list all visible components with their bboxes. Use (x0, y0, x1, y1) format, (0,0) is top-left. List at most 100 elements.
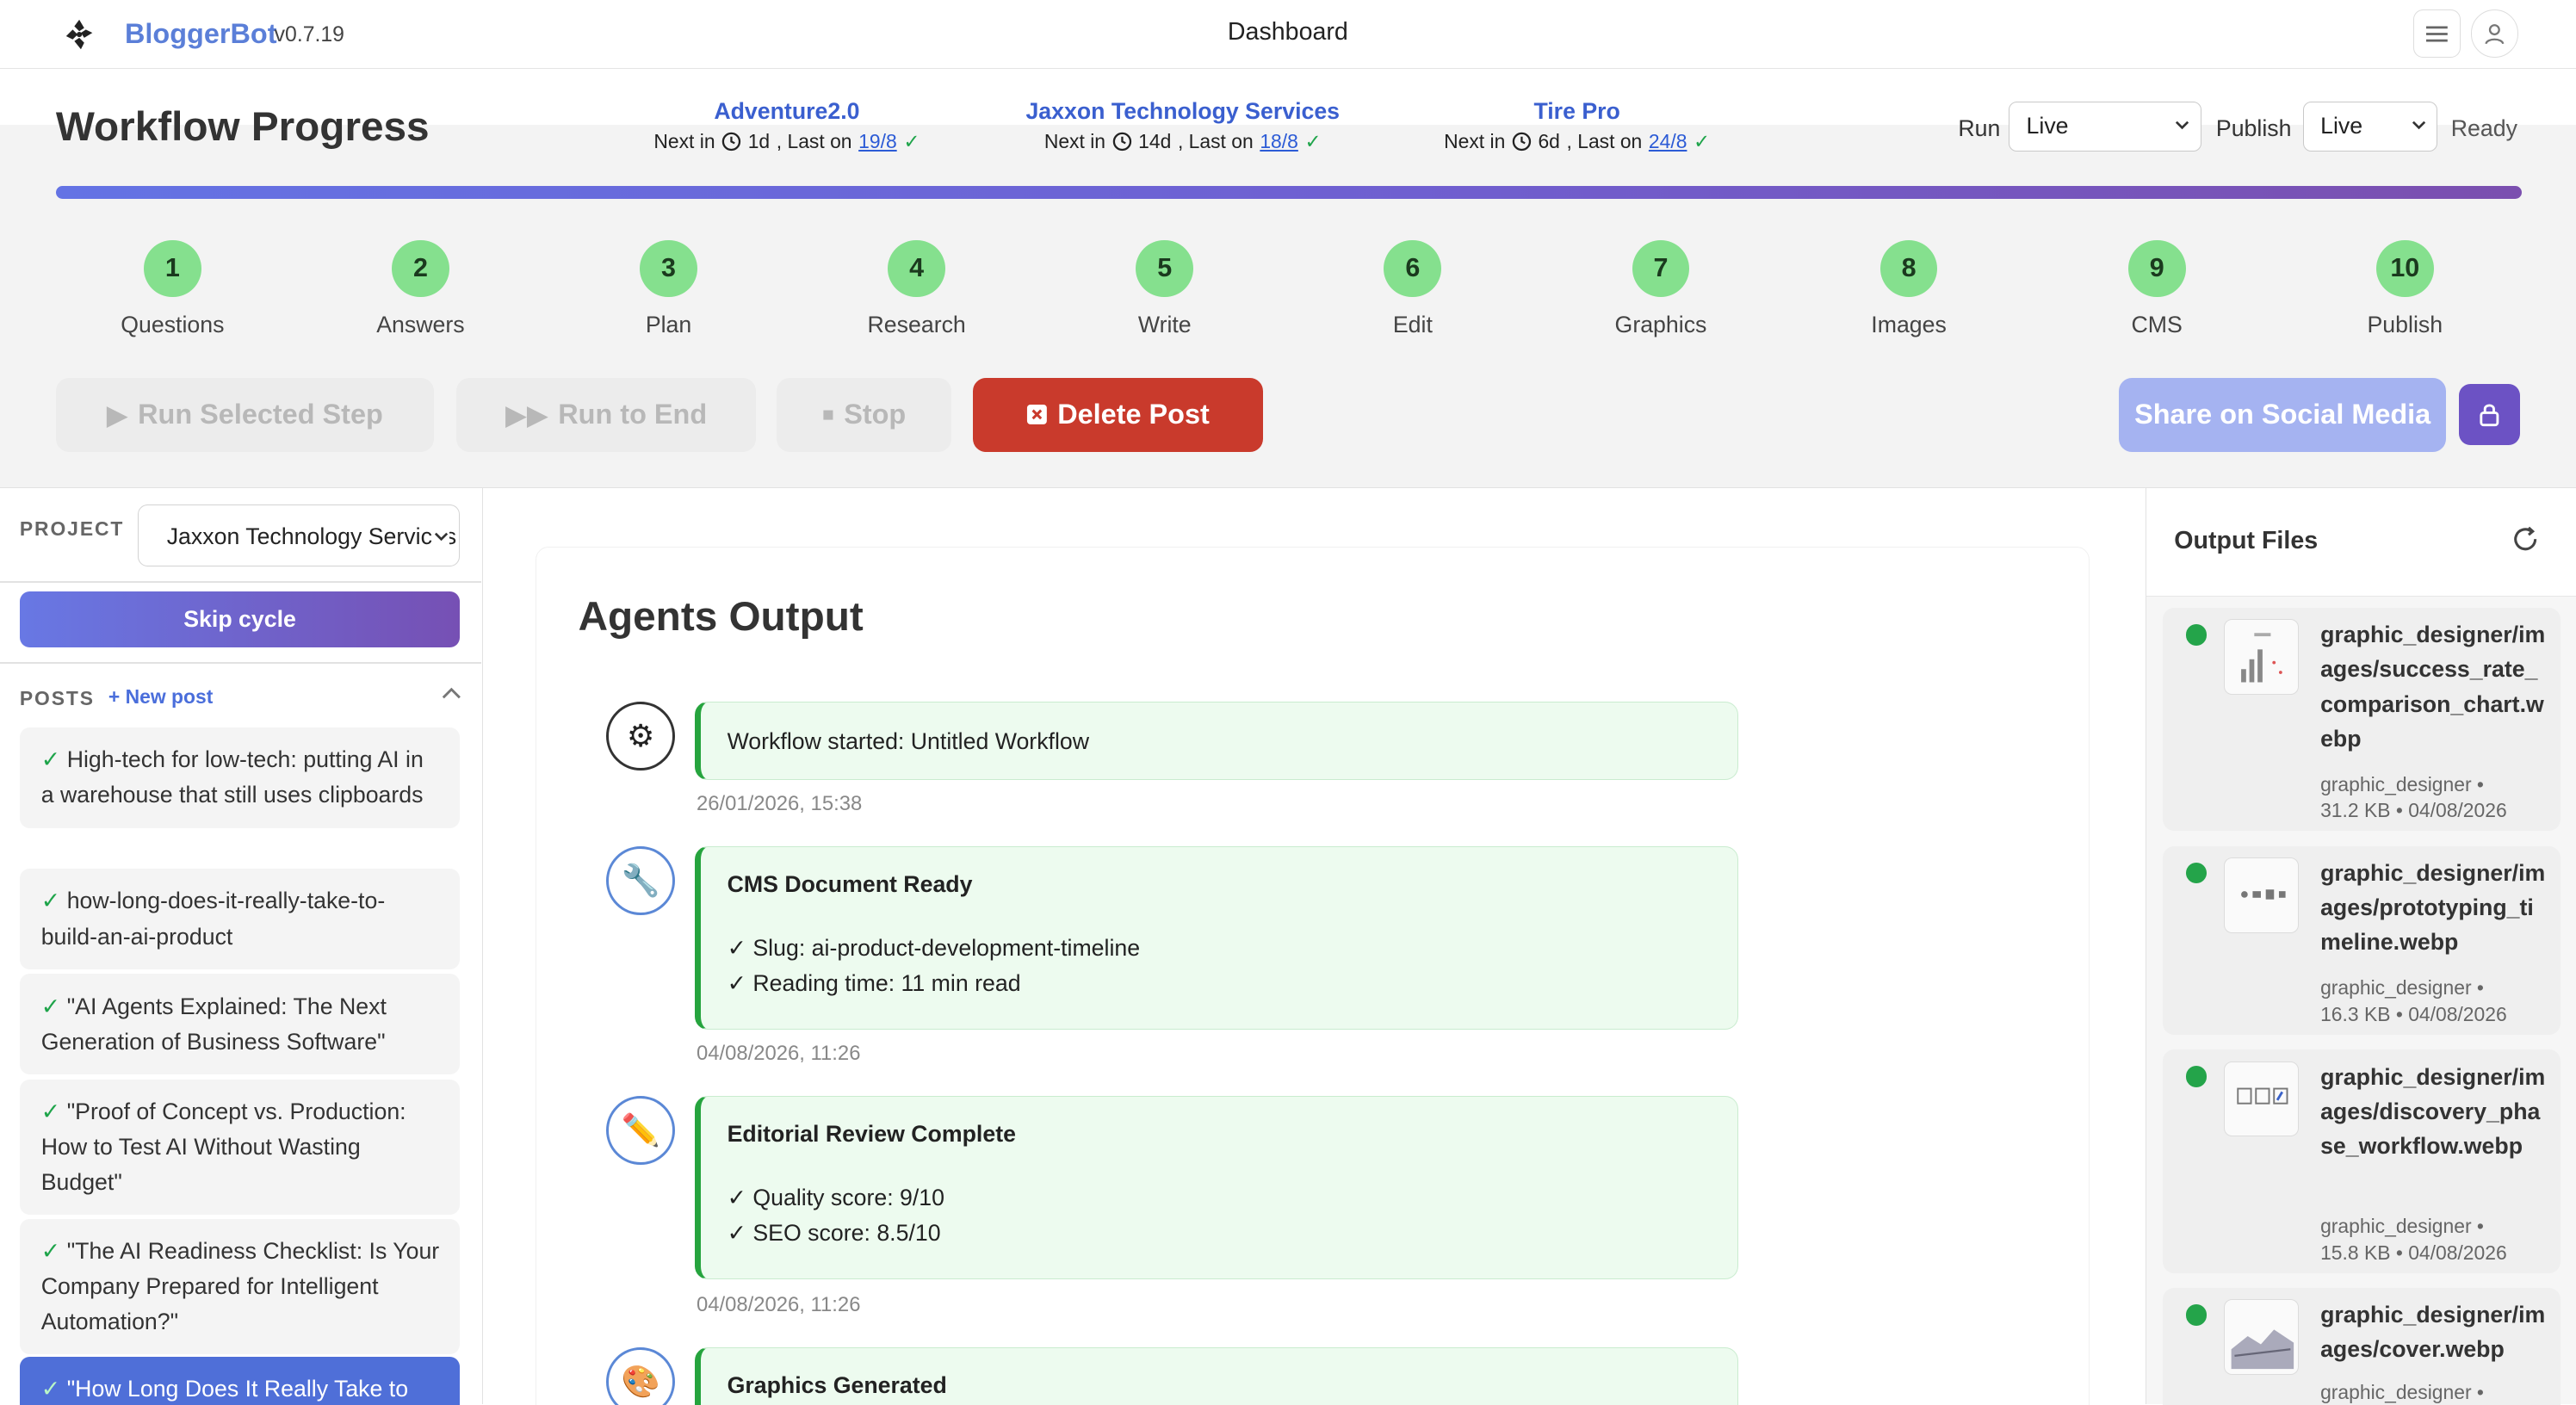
step-number: 10 (2375, 239, 2434, 298)
post-item-selected[interactable]: ✓ "How Long Does It Really Take to (19, 1357, 461, 1405)
last-run-link[interactable]: 19/8 (858, 130, 897, 153)
workflow-step-2[interactable]: 2 Answers (322, 239, 519, 339)
schedule-project-name[interactable]: Jaxxon Technology Services (1022, 98, 1344, 125)
check-icon: ✓ (1694, 130, 1711, 153)
schedule-project-name[interactable]: Adventure2.0 (646, 98, 928, 125)
wrench-icon: 🔧 (606, 845, 676, 915)
event-title: Graphics Generated (727, 1372, 947, 1399)
step-label: Questions (121, 312, 225, 338)
run-selected-step-button[interactable]: ▶ Run Selected Step (55, 377, 434, 452)
workflow-step-3[interactable]: 3 Plan (570, 239, 767, 339)
last-run-link[interactable]: 24/8 (1649, 130, 1687, 153)
post-title: how-long-does-it-really-take-to-build-an… (40, 888, 386, 950)
check-icon: ✓ (40, 1376, 61, 1402)
project-select-value: Jaxxon Technology Services (166, 523, 457, 549)
next-run-value: 1d (747, 130, 771, 153)
post-item[interactable]: ✓ "The AI Readiness Checklist: Is Your Co… (19, 1218, 461, 1355)
new-post-link[interactable]: + New post (108, 685, 213, 709)
skip-cycle-button[interactable]: Skip cycle (19, 591, 461, 647)
schedule-jaxxon: Jaxxon Technology Services Next in 14d ,… (1022, 98, 1344, 153)
lock-icon (2480, 404, 2499, 427)
menu-button[interactable] (2412, 9, 2461, 58)
refresh-icon[interactable] (2511, 524, 2540, 554)
workflow-step-4[interactable]: 4 Research (818, 239, 1015, 339)
publish-mode-select[interactable]: Live (2303, 102, 2438, 152)
check-icon: ✓ (40, 993, 61, 1019)
chevron-down-icon (2412, 121, 2426, 129)
workflow-title: Workflow Progress (55, 104, 430, 151)
check-icon: ✓ (40, 888, 61, 914)
post-item[interactable]: ✓ "Proof of Concept vs. Production: How t… (19, 1079, 461, 1215)
next-label: Next in (1444, 130, 1506, 153)
project-label: PROJECT (19, 517, 125, 541)
file-agent: graphic_designer • (2320, 772, 2484, 795)
file-meta: 16.3 KB • 04/08/2026 (2320, 1002, 2507, 1025)
event-text: ✓ Reading time: 11 min read (727, 970, 1021, 997)
file-name: graphic_designer/images/success_rate_com… (2320, 622, 2546, 752)
stop-button[interactable]: ■ Stop (777, 377, 951, 452)
clock-icon (721, 132, 741, 152)
step-label: Plan (645, 312, 692, 338)
step-number: 7 (1632, 239, 1690, 298)
last-run-link[interactable]: 18/8 (1260, 130, 1298, 153)
schedule-project-name[interactable]: Tire Pro (1433, 98, 1722, 125)
output-file-item[interactable]: graphic_designer/images/success_rate_com… (2162, 607, 2561, 832)
publish-mode-label: Publish (2215, 115, 2292, 141)
event-timestamp: 04/08/2026, 11:26 (696, 1041, 861, 1065)
posts-label: POSTS (19, 686, 95, 709)
event-title: CMS Document Ready (727, 871, 973, 898)
workflow-step-6[interactable]: 6 Edit (1314, 239, 1511, 339)
event-timestamp: 04/08/2026, 11:26 (696, 1292, 861, 1316)
workflow-step-9[interactable]: 9 CMS (2059, 239, 2256, 339)
event-text: Workflow started: Untitled Workflow (727, 727, 1090, 754)
workflow-step-8[interactable]: 8 Images (1811, 239, 2008, 339)
step-label: Publish (2367, 312, 2443, 338)
workflow-step-1[interactable]: 1 Questions (74, 239, 271, 339)
delete-post-button[interactable]: Delete Post (972, 377, 1264, 452)
step-number: 1 (143, 239, 201, 298)
step-label: Images (1871, 312, 1947, 338)
schedule-adventure: Adventure2.0 Next in 1d , Last on 19/8 ✓ (646, 98, 928, 153)
run-to-end-button[interactable]: ▶▶ Run to End (456, 377, 756, 452)
next-label: Next in (653, 130, 715, 153)
file-agent: graphic_designer • (2320, 1215, 2484, 1237)
step-number: 3 (640, 239, 697, 298)
schedule-tire-pro: Tire Pro Next in 6d , Last on 24/8 ✓ (1433, 98, 1722, 153)
run-selected-label: Run Selected Step (138, 399, 383, 430)
user-menu-button[interactable] (2470, 9, 2518, 58)
last-label: , Last on (1177, 130, 1254, 153)
step-label: Edit (1392, 312, 1433, 338)
output-file-item[interactable]: graphic_designer/images/cover.webp graph… (2162, 1287, 2561, 1405)
step-number: 2 (392, 239, 449, 298)
output-file-item[interactable]: graphic_designer/images/discovery_phase_… (2162, 1049, 2561, 1273)
output-files-panel: Output Files graphic_designer/images/suc… (2145, 487, 2576, 1405)
post-title: "Proof of Concept vs. Production: How to… (40, 1098, 406, 1195)
workflow-step-7[interactable]: 7 Graphics (1563, 239, 1760, 339)
chevron-up-icon[interactable] (440, 685, 463, 702)
output-file-item[interactable]: graphic_designer/images/prototyping_time… (2162, 845, 2561, 1036)
share-social-label: Share on Social Media (2134, 399, 2431, 430)
post-title: "How Long Does It Really Take to (66, 1376, 409, 1402)
next-run-value: 6d (1538, 130, 1560, 153)
publish-mode-value: Live (2320, 112, 2363, 139)
post-item[interactable]: ✓ how-long-does-it-really-take-to-build-a… (19, 869, 461, 969)
lock-button[interactable] (2459, 384, 2520, 446)
top-bar: BloggerBot v0.7.19 Dashboard (0, 0, 2576, 70)
next-run-value: 14d (1138, 130, 1172, 153)
workflow-step-10[interactable]: 10 Publish (2307, 239, 2504, 339)
event-title: Editorial Review Complete (727, 1121, 1016, 1148)
event-text: ✓ SEO score: 8.5/10 (727, 1220, 941, 1247)
post-item[interactable]: ✓ "AI Agents Explained: The Next Generati… (19, 974, 461, 1074)
run-mode-select[interactable]: Live (2009, 102, 2201, 152)
clock-icon (1512, 132, 1532, 152)
step-label: Answers (376, 312, 465, 338)
workflow-step-5[interactable]: 5 Write (1066, 239, 1263, 339)
project-select[interactable]: Jaxxon Technology Services (138, 504, 461, 567)
event-card: Graphics Generated (695, 1346, 1738, 1405)
share-social-button[interactable]: Share on Social Media (2119, 377, 2446, 452)
step-label: Write (1137, 312, 1192, 338)
status-dot (2185, 862, 2208, 884)
check-icon: ✓ (40, 1098, 61, 1124)
check-icon: ✓ (903, 130, 920, 153)
post-item[interactable]: ✓ High-tech for low-tech: putting AI in a… (19, 727, 461, 828)
